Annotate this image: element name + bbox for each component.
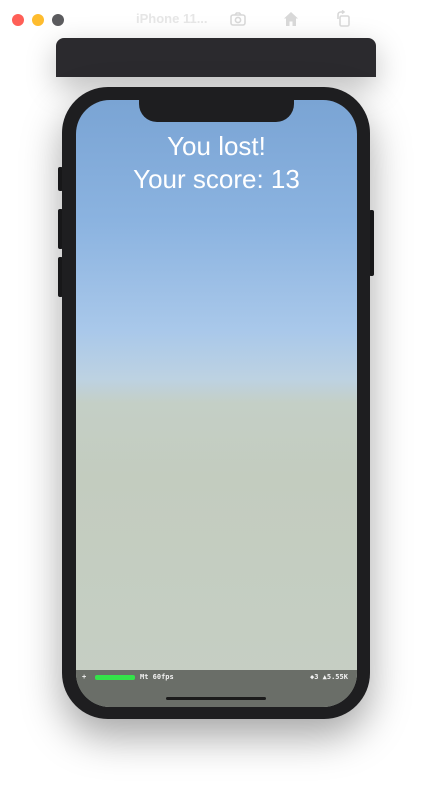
score-message: Your score: 13	[133, 164, 300, 194]
fps-meter-bar	[95, 675, 135, 680]
rotate-icon[interactable]	[335, 10, 353, 28]
render-stats-label: ◆3 ▲5.55K	[310, 673, 348, 681]
window-title: iPhone 11...	[136, 11, 208, 26]
close-window-button[interactable]	[12, 14, 24, 26]
minimize-window-button[interactable]	[32, 14, 44, 26]
you-lost-message: You lost!	[167, 131, 266, 161]
home-icon[interactable]	[282, 10, 300, 28]
screenshot-icon[interactable]	[229, 10, 247, 28]
stats-plus-icon: +	[82, 673, 87, 681]
fps-label: Mt 60fps	[140, 673, 174, 681]
home-indicator[interactable]	[166, 697, 266, 700]
zoom-window-button[interactable]	[52, 14, 64, 26]
simulator-titlebar	[56, 38, 376, 77]
device-notch	[139, 100, 294, 122]
